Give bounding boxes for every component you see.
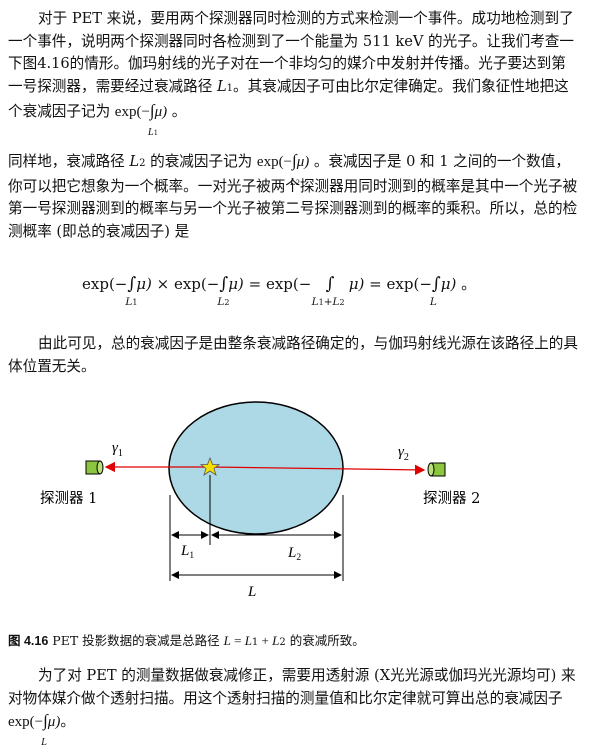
detector-2-icon <box>427 462 446 477</box>
total-attenuation-factor: exp(−∫ Lμ) <box>8 711 61 748</box>
path-l-total-label: L <box>247 584 256 600</box>
figure-number: 图 4.16 <box>8 634 49 648</box>
figure-caption: 图 4.16 PET 投影数据的衰减是总路径 L = L1 + L2 的衰减所致… <box>8 633 365 648</box>
gamma-1-label: γ1 <box>112 440 123 459</box>
pet-attenuation-diagram: γ1 γ2 探测器 1 探测器 2 L1 L2 L <box>40 401 480 600</box>
attenuation-factor-l2: exp(−∫ L2 μ) <box>256 151 310 188</box>
path-l2-label: L2 <box>287 545 301 563</box>
attenuation-factor-l1: exp(−∫ L1 μ) <box>114 101 168 138</box>
total-attenuation-formula: exp(−∫ L1 μ) × exp(−∫ L2 μ) = exp(− ∫ L1+L2 μ… <box>82 274 477 308</box>
paragraph-2: 同样地，衰减路径 L2 的衰减因子记为 exp(−∫ L2 μ) 。衰减因子是 0 … <box>8 151 578 240</box>
detector-1-label: 探测器 1 <box>40 490 97 507</box>
paragraph-1: 对于 PET 来说，要用两个探测器同时检测的方式来检测一个事件。成功地检测到了一… <box>8 10 574 138</box>
path-l2-symbol: L <box>129 153 140 170</box>
detector-2-label: 探测器 2 <box>423 490 480 507</box>
detector-1-icon <box>85 460 104 475</box>
paragraph-3: 由此可见，总的衰减因子是由整条衰减路径确定的，与伽玛射线光源在该路径上的具体位置… <box>8 335 578 375</box>
gamma-2-label: γ2 <box>398 444 409 463</box>
path-l1-label: L1 <box>180 543 194 561</box>
path-l1-symbol: L <box>216 77 227 95</box>
paragraph-4: 为了对 PET 的测量数据做衰减修正，需要用透射源 (X光光源或伽玛光光源均可)… <box>8 667 576 748</box>
